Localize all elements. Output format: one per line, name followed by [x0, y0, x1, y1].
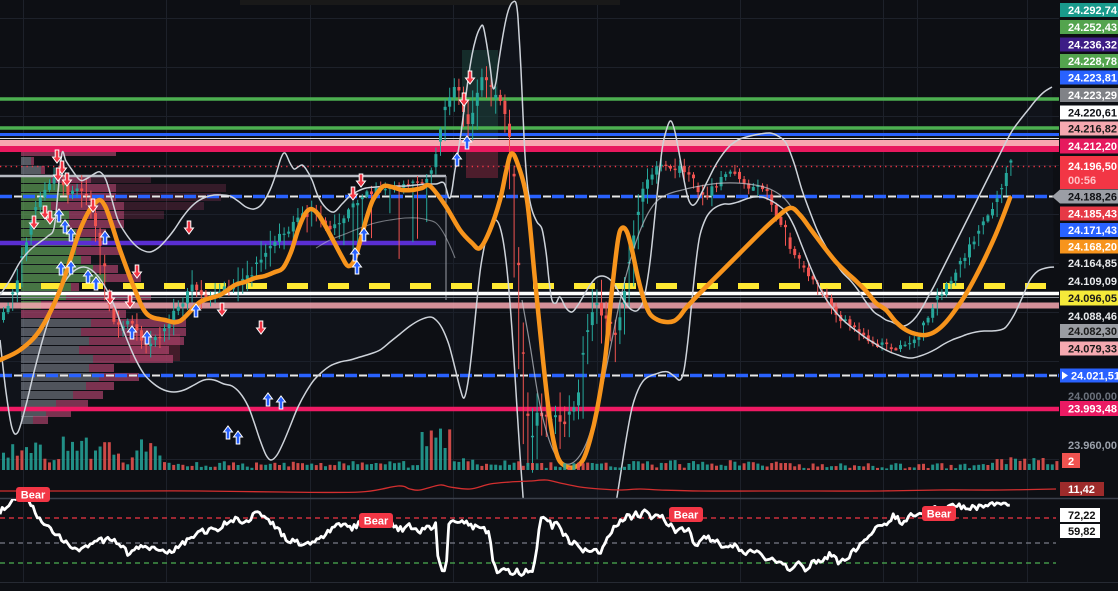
svg-text:23.960,00: 23.960,00	[1068, 440, 1117, 452]
svg-text:24.236,32: 24.236,32	[1068, 40, 1117, 52]
svg-text:24.185,43: 24.185,43	[1068, 209, 1117, 221]
svg-text:24.164,85: 24.164,85	[1068, 258, 1117, 270]
svg-text:24.188,26: 24.188,26	[1068, 192, 1117, 204]
svg-text:24.109,09: 24.109,09	[1068, 276, 1117, 288]
svg-text:24.082,30: 24.082,30	[1068, 326, 1117, 338]
svg-text:24.021,51: 24.021,51	[1071, 371, 1118, 383]
svg-text:24.079,33: 24.079,33	[1068, 344, 1117, 356]
svg-text:24.223,29: 24.223,29	[1068, 90, 1117, 102]
svg-text:24.168,20: 24.168,20	[1068, 242, 1117, 254]
svg-text:24.220,61: 24.220,61	[1068, 108, 1117, 120]
svg-text:59,82: 59,82	[1068, 526, 1096, 538]
svg-text:24.096,05: 24.096,05	[1068, 293, 1117, 305]
svg-text:24.228,78: 24.228,78	[1068, 56, 1117, 68]
svg-text:24.252,43: 24.252,43	[1068, 22, 1117, 34]
svg-text:24.212,20: 24.212,20	[1068, 141, 1117, 153]
svg-text:11,42: 11,42	[1068, 484, 1095, 496]
svg-text:Bear: Bear	[927, 509, 952, 521]
svg-text:72,22: 72,22	[1068, 510, 1096, 522]
svg-text:Bear: Bear	[364, 516, 389, 528]
svg-text:Bear: Bear	[674, 510, 699, 522]
svg-text:24.196,50: 24.196,50	[1068, 161, 1117, 173]
svg-text:Bear: Bear	[21, 490, 46, 502]
svg-text:24.292,74: 24.292,74	[1068, 5, 1118, 17]
svg-text:23.993,48: 23.993,48	[1068, 404, 1117, 416]
svg-text:2: 2	[1068, 456, 1074, 468]
svg-text:24.088,46: 24.088,46	[1068, 311, 1117, 323]
svg-text:24.216,82: 24.216,82	[1068, 124, 1117, 136]
svg-text:00:56: 00:56	[1068, 175, 1096, 187]
svg-text:24.171,43: 24.171,43	[1068, 225, 1117, 237]
svg-text:24.223,81: 24.223,81	[1068, 73, 1117, 85]
